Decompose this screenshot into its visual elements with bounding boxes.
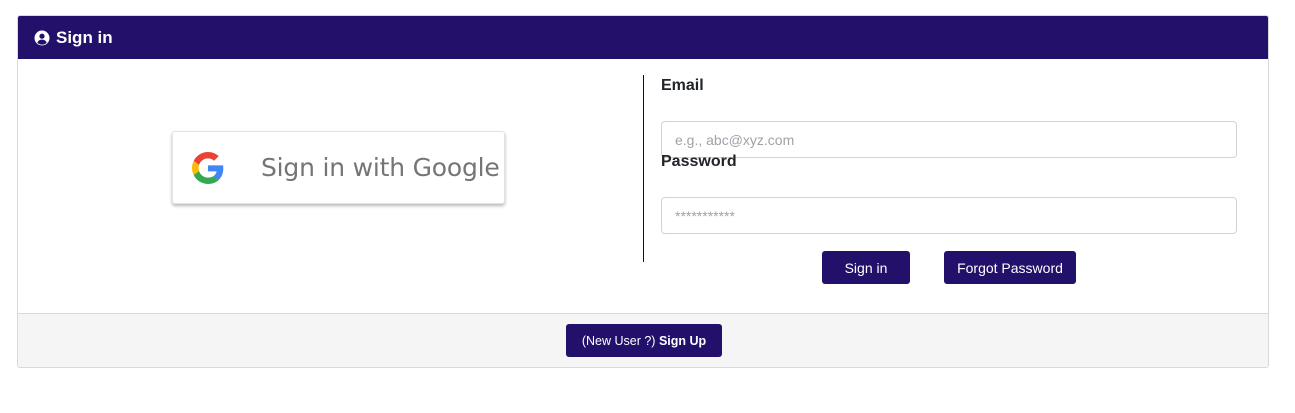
- password-input[interactable]: [661, 197, 1237, 234]
- card-body: Sign in with Google Email Password Sign …: [18, 59, 1268, 313]
- email-label: Email: [661, 77, 704, 94]
- password-label: Password: [661, 153, 737, 170]
- header-title: Sign in: [56, 27, 113, 47]
- google-signin-label: Sign in with Google: [261, 153, 500, 182]
- google-g-icon: [192, 151, 224, 184]
- signup-prefix: (New User ?): [581, 333, 656, 348]
- forgot-password-button[interactable]: Forgot Password: [944, 251, 1076, 284]
- email-input[interactable]: [661, 121, 1237, 158]
- card-footer: (New User ?) Sign Up: [18, 313, 1268, 367]
- signin-card: Sign in Sign in with Google Email Passwo…: [17, 15, 1269, 368]
- signin-button[interactable]: Sign in: [822, 251, 910, 284]
- user-circle-icon: [34, 30, 50, 45]
- vertical-divider: [643, 75, 644, 262]
- signup-label: Sign Up: [658, 333, 707, 348]
- google-signin-button[interactable]: Sign in with Google: [172, 131, 505, 204]
- signup-button[interactable]: (New User ?) Sign Up: [566, 324, 722, 357]
- card-header: Sign in: [18, 16, 1268, 59]
